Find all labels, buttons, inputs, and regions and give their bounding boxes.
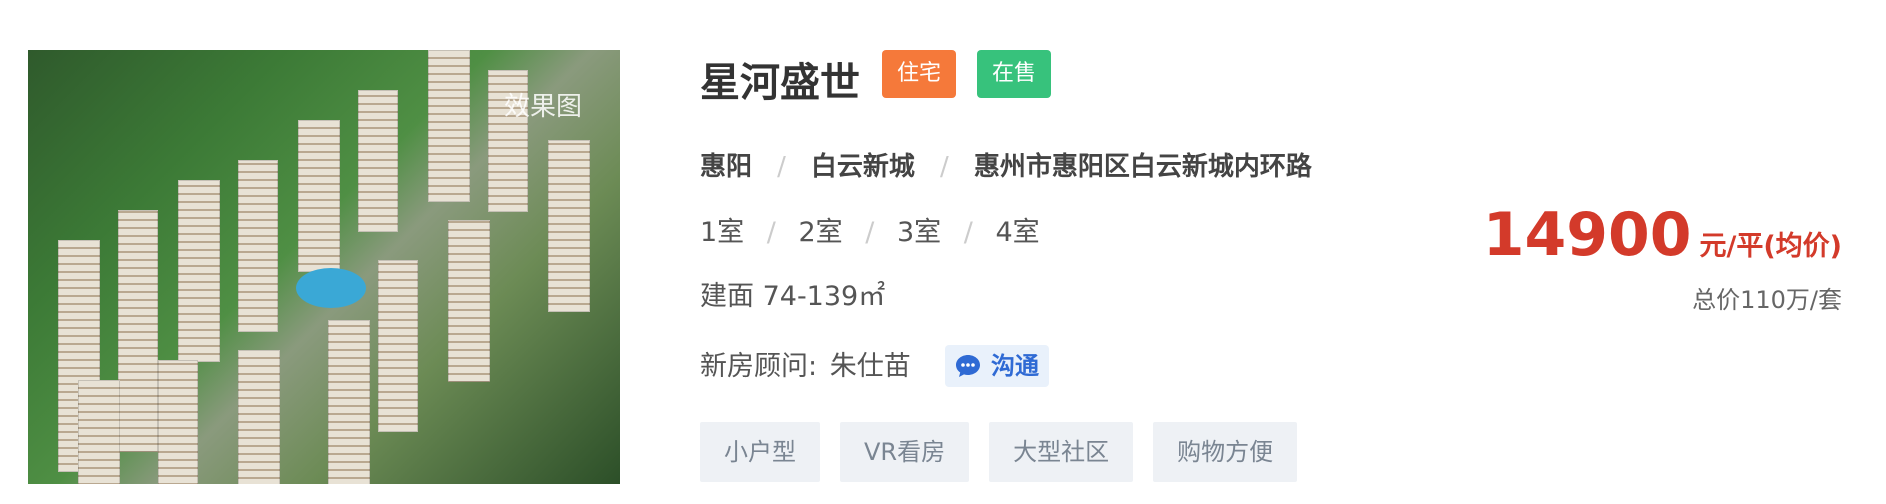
building-render [328,320,370,484]
chat-button[interactable]: 沟通 [945,345,1049,387]
total-price: 总价110万/套 [1692,286,1842,314]
property-type-badge: 住宅 [882,50,957,98]
building-render [238,160,278,332]
feature-tag: 购物方便 [1153,422,1298,482]
status-badge: 在售 [977,50,1052,98]
building-render [378,260,418,432]
consultant-label: 新房顾问: [700,351,818,382]
floor-area: 建面 74-139㎡ [700,281,886,312]
building-render [428,50,470,202]
building-render [448,220,490,382]
separator: / [939,152,949,182]
building-render [178,180,220,362]
building-render [358,90,398,232]
chat-bubble-icon [956,355,980,377]
consultant-info: 新房顾问: 朱仕苗 [700,344,911,383]
separator: / [777,152,786,182]
separator: / [963,217,973,248]
price-value: 14900 [1482,200,1692,270]
room-type: 1室 [700,217,745,248]
location-breadcrumb: 惠阳 / 白云新城 / 惠州市惠阳区白云新城内环路 [700,146,1312,183]
room-type: 3室 [896,217,942,248]
feature-tag: 大型社区 [989,422,1134,482]
property-image[interactable]: 效果图 [28,50,620,484]
feature-tag: VR看房 [840,422,970,482]
location-district[interactable]: 白云新城 [811,152,915,182]
building-render [118,210,158,452]
feature-tags: 小户型 VR看房 大型社区 购物方便 [700,422,1298,482]
price-unit: 元/平(均价) [1699,231,1842,262]
listing-card[interactable]: 效果图 星河盛世 住宅 在售 惠阳 / 白云新城 / 惠州市惠阳区白云新城内环路… [0,0,1886,504]
building-render [298,120,340,272]
location-address: 惠州市惠阳区白云新城内环路 [973,152,1312,182]
separator: / [766,217,776,248]
room-type: 4室 [995,217,1040,248]
feature-tag: 小户型 [700,422,820,482]
room-type: 2室 [798,217,843,248]
pool-render [296,268,366,308]
property-title[interactable]: 星河盛世 [700,50,860,108]
image-tag: 效果图 [503,92,582,122]
room-types: 1室 / 2室 / 3室 / 4室 [700,210,1040,249]
building-render [238,350,280,484]
building-render [78,380,120,484]
chat-label: 沟通 [991,352,1039,380]
separator: / [865,217,875,248]
consultant-name: 朱仕苗 [829,351,911,382]
location-city[interactable]: 惠阳 [700,152,752,182]
building-render [158,360,198,484]
average-price: 14900 元/平(均价) [1483,200,1842,270]
building-render [548,140,590,312]
